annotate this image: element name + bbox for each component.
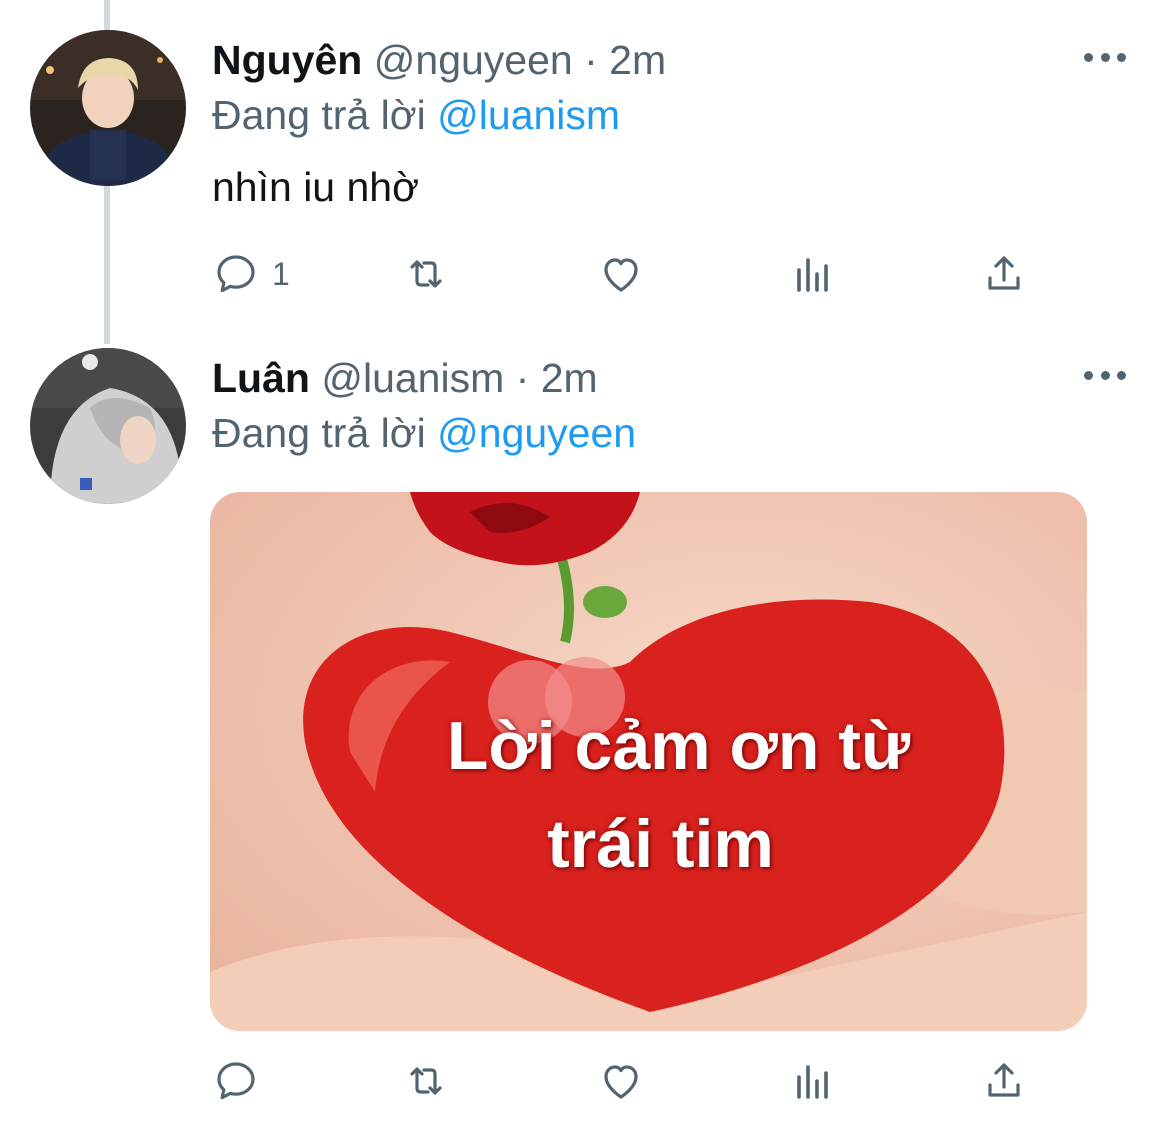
replying-to-label: Đang trả lời [212,92,426,138]
display-name[interactable]: Nguyên [212,37,362,83]
more-options-button[interactable] [1084,50,1126,64]
retweet-button[interactable] [402,246,450,302]
tweet-actions [212,1053,1032,1109]
more-options-button[interactable] [1084,368,1126,382]
avatar[interactable] [30,30,186,186]
share-button[interactable] [980,1053,1028,1109]
timestamp[interactable]: 2m [541,355,598,401]
replying-to-label: Đang trả lời [212,410,426,456]
display-name[interactable]: Luân [212,355,310,401]
more-dot [1117,370,1126,380]
retweet-button[interactable] [402,1053,450,1109]
media-caption-line1: Lời cảm ơn từ [446,708,911,784]
tweet[interactable]: Luân @luanism · 2m Đang trả lời @nguyeen [0,340,1170,1133]
avatar[interactable] [30,348,186,504]
reply-count: 1 [272,255,290,292]
like-icon [604,1065,638,1099]
replying-to: Đang trả lời @luanism [212,95,620,136]
views-icon [797,258,828,292]
separator-dot: · [584,37,598,83]
tweet-actions: 1 [212,246,1032,302]
retweet-icon [410,260,442,288]
more-dot [1084,370,1093,380]
replying-to: Đang trả lời @nguyeen [212,413,636,454]
timestamp[interactable]: 2m [609,37,666,83]
views-button[interactable] [789,246,837,302]
reply-icon [217,255,255,293]
tweet-header: Nguyên @nguyeen · 2m [212,40,666,81]
tweet-media-image[interactable]: Lời cảm ơn từ trái tim [210,492,1087,1031]
media-caption-line2: trái tim [547,806,774,882]
share-icon [988,1063,1020,1097]
views-button[interactable] [789,1053,837,1109]
more-dot [1100,370,1110,380]
like-button[interactable] [597,246,645,302]
retweet-icon [410,1067,442,1095]
replying-to-mention[interactable]: @nguyeen [437,410,636,456]
views-icon [797,1065,828,1099]
like-button[interactable] [597,1053,645,1109]
share-icon [988,256,1020,290]
reply-button[interactable]: 1 [212,246,290,302]
handle[interactable]: @nguyeen [374,37,573,83]
tweet-header: Luân @luanism · 2m [212,358,598,399]
tweet[interactable]: Nguyên @nguyeen · 2m Đang trả lời @luani… [0,0,1170,340]
reply-icon [217,1062,255,1100]
separator-dot: · [515,355,530,401]
tweet-text: nhìn iu nhờ [212,164,419,210]
like-icon [604,258,638,292]
more-dot [1117,52,1126,62]
more-dot [1084,52,1093,62]
more-dot [1100,52,1110,62]
share-button[interactable] [980,246,1028,302]
replying-to-mention[interactable]: @luanism [437,92,620,138]
handle[interactable]: @luanism [321,355,504,401]
reply-button[interactable] [212,1053,272,1109]
